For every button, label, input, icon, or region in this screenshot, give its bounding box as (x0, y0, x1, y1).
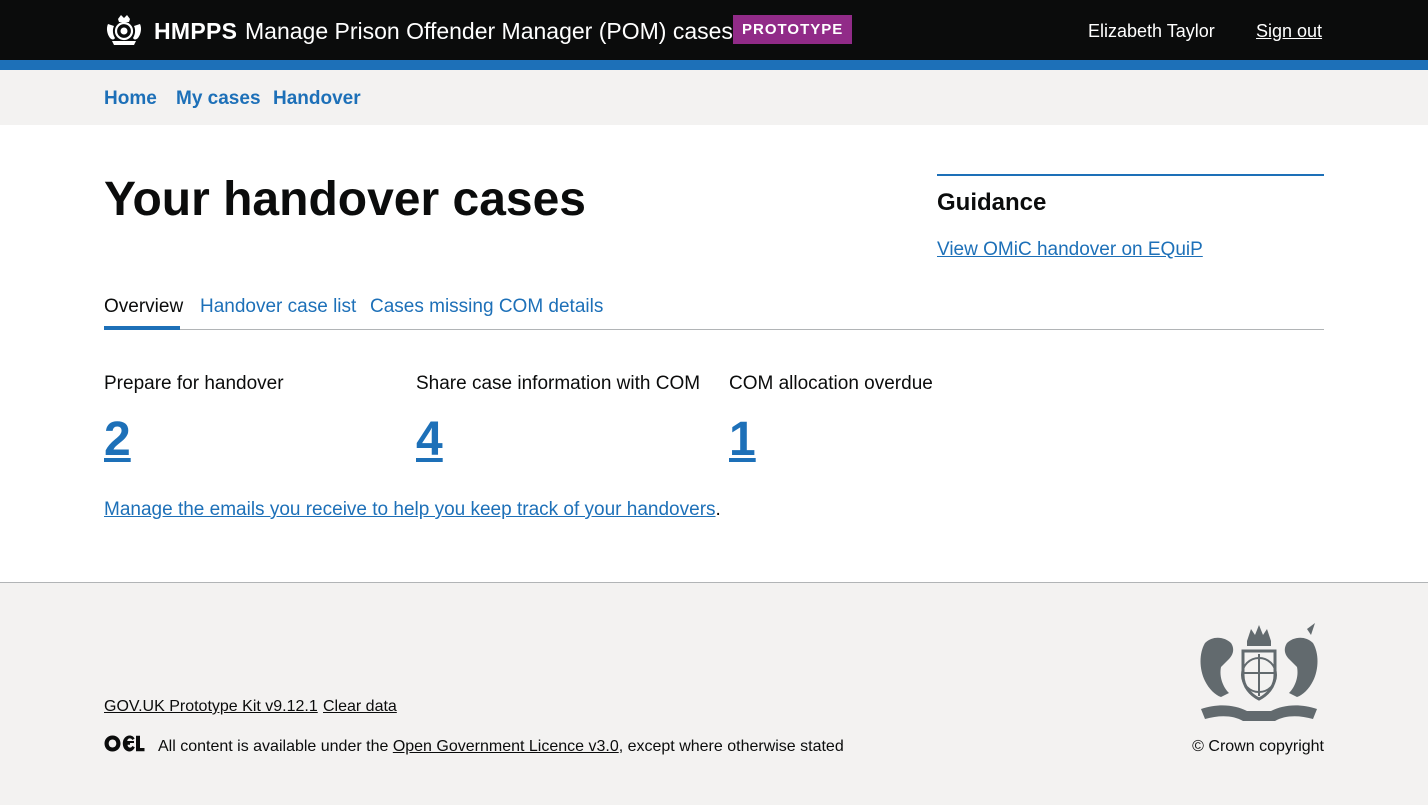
primary-navigation: Home My cases Handover (0, 70, 1428, 125)
stat-label-prepare-for-handover: Prepare for handover (104, 373, 284, 394)
tab-handover-case-list[interactable]: Handover case list (200, 296, 356, 318)
sign-out-link[interactable]: Sign out (1256, 20, 1322, 42)
stat-value-share-case-information[interactable]: 4 (416, 410, 443, 470)
footer-link-prototype-kit[interactable]: GOV.UK Prototype Kit v9.12.1 (104, 697, 318, 717)
tab-selected-indicator (104, 326, 180, 330)
tab-overview[interactable]: Overview (104, 296, 183, 318)
ogl-logo-icon (104, 735, 145, 752)
stat-value-com-allocation-overdue[interactable]: 1 (729, 410, 756, 470)
page-title: Your handover cases (104, 173, 586, 226)
guidance-rule (937, 174, 1324, 176)
licence-prefix: All content is available under the (158, 738, 393, 755)
tab-cases-missing-com-details[interactable]: Cases missing COM details (370, 296, 603, 318)
nav-item-handover[interactable]: Handover (273, 88, 361, 110)
royal-coat-of-arms-icon (1200, 623, 1318, 721)
service-name[interactable]: Manage Prison Offender Manager (POM) cas… (245, 17, 733, 45)
stat-label-com-allocation-overdue: COM allocation overdue (729, 373, 933, 394)
org-name[interactable]: HMPPS (154, 17, 237, 45)
email-settings-paragraph: Manage the emails you receive to help yo… (104, 499, 721, 521)
guidance-title: Guidance (937, 189, 1047, 216)
footer-link-clear-data[interactable]: Clear data (323, 697, 397, 717)
nav-item-my-cases[interactable]: My cases (176, 88, 261, 110)
open-government-licence-link[interactable]: Open Government Licence v3.0 (393, 738, 619, 755)
site-header: HMPPS Manage Prison Offender Manager (PO… (0, 0, 1428, 60)
nav-item-home[interactable]: Home (104, 88, 157, 110)
prototype-tag: PROTOTYPE (733, 15, 853, 44)
site-footer: GOV.UK Prototype Kit v9.12.1 Clear data … (0, 582, 1428, 805)
manage-emails-link[interactable]: Manage the emails you receive to help yo… (104, 499, 716, 520)
stat-value-prepare-for-handover[interactable]: 2 (104, 410, 131, 470)
header-accent-bar (0, 60, 1428, 70)
stat-label-share-case-information: Share case information with COM (416, 373, 701, 394)
user-name: Elizabeth Taylor (1088, 21, 1215, 41)
licence-text: All content is available under the Open … (158, 737, 844, 757)
email-settings-suffix: . (715, 499, 721, 520)
crest-icon (106, 15, 142, 45)
licence-suffix: , except where otherwise stated (618, 738, 844, 755)
equip-guidance-link[interactable]: View OMiC handover on EQuiP (937, 239, 1203, 261)
crown-copyright: © Crown copyright (1192, 738, 1324, 755)
tabs-divider (104, 329, 1324, 330)
